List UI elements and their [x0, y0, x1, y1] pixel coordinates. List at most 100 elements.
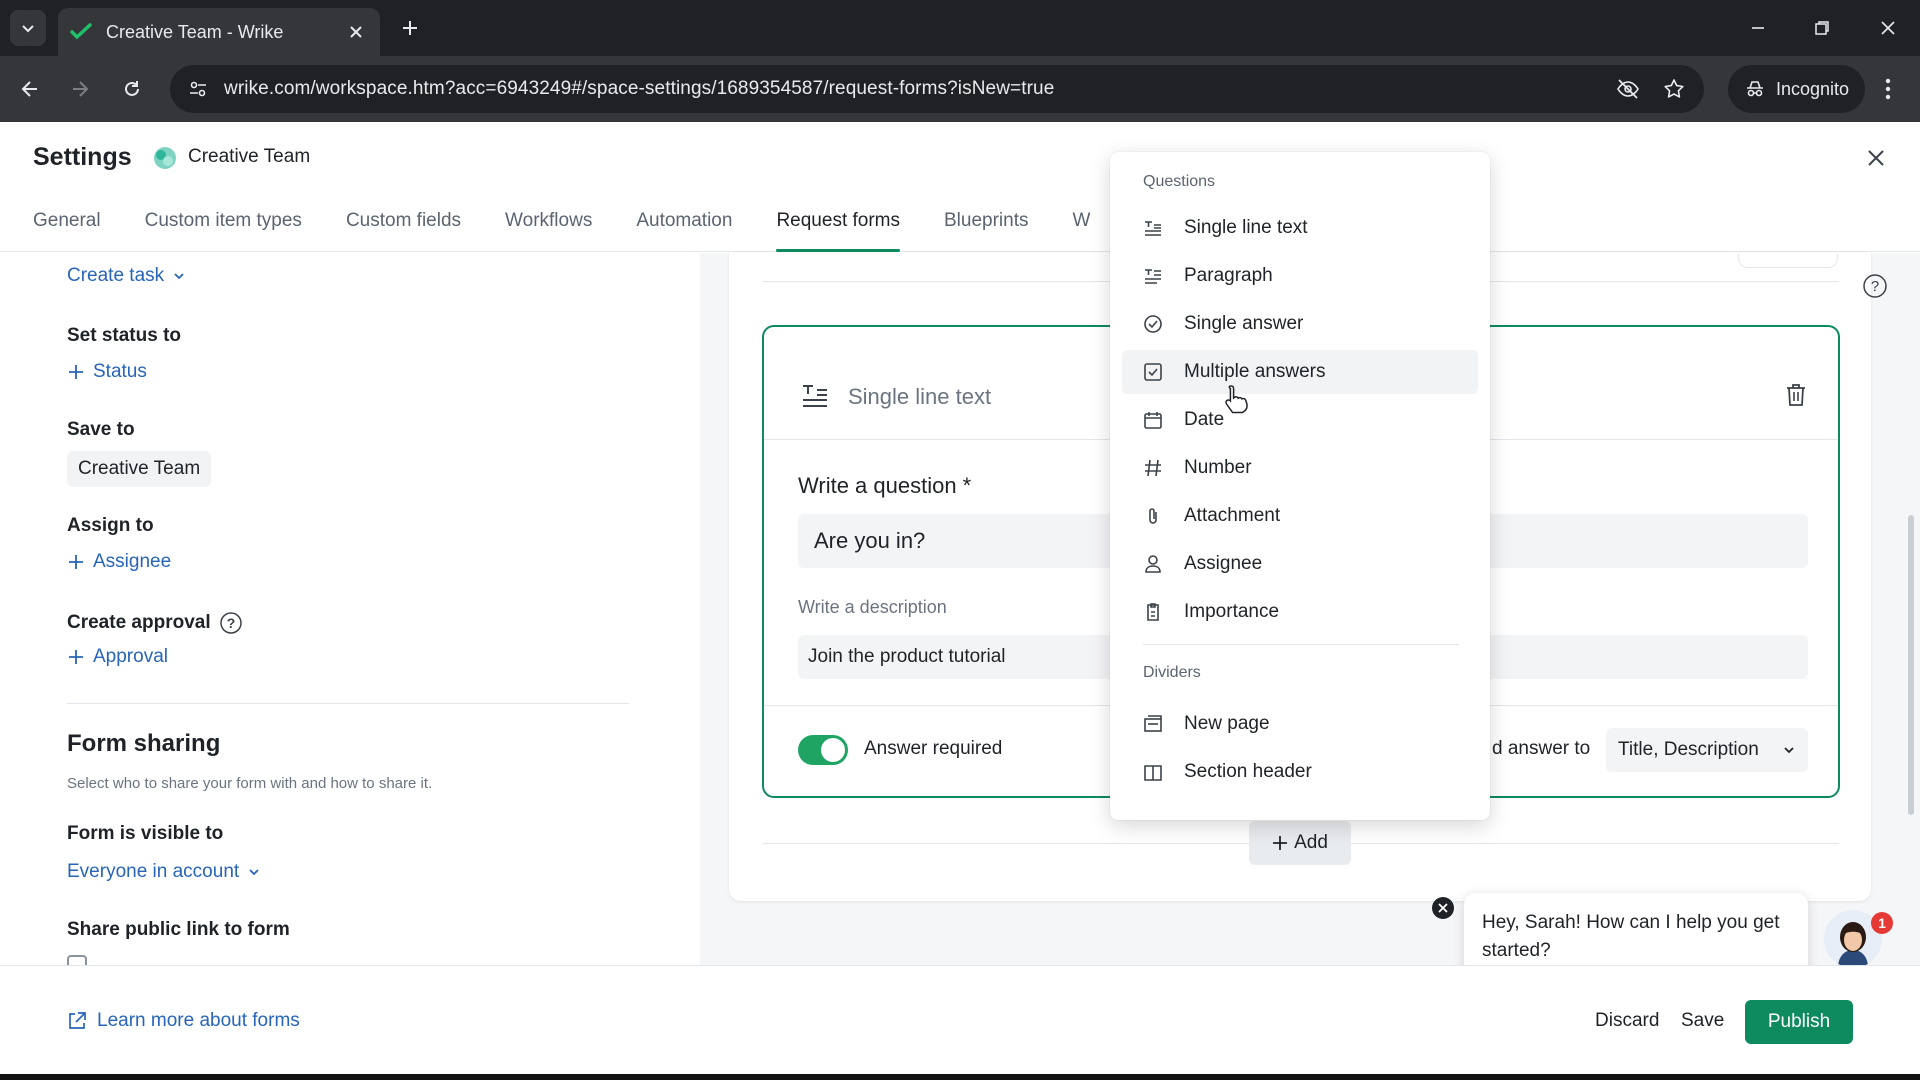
tab-automation[interactable]: Automation: [636, 204, 732, 252]
menu-item-label: Date: [1184, 409, 1225, 430]
add-button-label: Add: [1294, 832, 1328, 853]
single-line-text-icon: [803, 385, 827, 407]
url-text: wrike.com/workspace.htm?acc=6943249#/spa…: [224, 78, 1055, 99]
chevron-down-icon: [249, 869, 259, 876]
tab-request-forms[interactable]: Request forms: [776, 204, 900, 252]
menu-item-attachment[interactable]: Attachment: [1122, 494, 1478, 538]
menu-item-label: Paragraph: [1184, 265, 1273, 286]
browser-tab-active[interactable]: Creative Team - Wrike: [58, 8, 380, 56]
learn-more-link[interactable]: Learn more about forms: [67, 1010, 300, 1032]
create-task-dropdown[interactable]: Create task: [67, 265, 186, 287]
chat-close-icon[interactable]: [1432, 897, 1454, 919]
map-answer-select[interactable]: Title, Description: [1606, 728, 1808, 772]
menu-item-multiple-answers[interactable]: Multiple answers: [1122, 350, 1478, 394]
new-tab-icon[interactable]: [396, 14, 424, 42]
chevron-down-icon: [22, 25, 34, 33]
menu-item-label: Single line text: [1184, 217, 1308, 238]
trash-icon[interactable]: [1783, 382, 1809, 408]
save-button[interactable]: Save: [1681, 1010, 1724, 1032]
chevron-down-icon: [174, 273, 184, 280]
chevron-down-icon: [1784, 747, 1794, 754]
learn-more-label: Learn more about forms: [97, 1010, 300, 1031]
questions-section-title: Questions: [1143, 173, 1216, 190]
tab-blueprints[interactable]: Blueprints: [944, 204, 1029, 252]
window-close-icon[interactable]: [1870, 12, 1906, 44]
menu-item-label: Single answer: [1184, 313, 1304, 334]
tab-workflows[interactable]: Workflows: [505, 204, 592, 252]
menu-item-label: New page: [1184, 713, 1270, 734]
browser-menu-icon[interactable]: [1872, 73, 1904, 105]
menu-item-label: Section header: [1184, 761, 1312, 782]
tab-general[interactable]: General: [33, 204, 101, 252]
site-info-icon[interactable]: [182, 73, 214, 105]
previous-card-edge: [1738, 254, 1838, 268]
menu-item-new-page[interactable]: New page: [1122, 702, 1478, 746]
tab-search-button[interactable]: [10, 10, 46, 46]
settings-tabs: General Custom item types Custom fields …: [33, 204, 1134, 252]
forward-icon[interactable]: [64, 73, 96, 105]
create-approval-row: Create approval ?: [67, 611, 243, 635]
close-icon[interactable]: [1862, 144, 1890, 172]
menu-item-importance[interactable]: Importance: [1122, 590, 1478, 634]
create-task-label: Create task: [67, 265, 165, 286]
external-link-icon: [69, 1012, 86, 1029]
bookmark-star-icon[interactable]: [1656, 71, 1692, 107]
menu-item-paragraph[interactable]: Paragraph: [1122, 254, 1478, 298]
answer-required-toggle[interactable]: [798, 735, 848, 765]
hash-icon: [1142, 457, 1164, 479]
save-to-label: Save to: [67, 419, 135, 440]
public-link-label: Share public link to form: [67, 919, 290, 940]
public-link-checkbox[interactable]: [67, 955, 87, 965]
add-status-link[interactable]: Status: [67, 361, 147, 383]
help-icon[interactable]: ?: [219, 611, 243, 635]
calendar-icon: [1142, 409, 1164, 431]
hand-pointer-icon: [1225, 385, 1248, 414]
menu-item-label: Number: [1184, 457, 1252, 478]
form-sharing-title: Form sharing: [67, 730, 221, 757]
reload-icon[interactable]: [116, 73, 148, 105]
section-header-icon: [1142, 761, 1164, 783]
status-link-label: Status: [93, 361, 147, 382]
tab-custom-item-types[interactable]: Custom item types: [145, 204, 302, 252]
menu-item-date[interactable]: Date: [1122, 398, 1478, 442]
add-question-button[interactable]: Add: [1249, 821, 1351, 865]
form-sharing-subtitle: Select who to share your form with and h…: [67, 775, 433, 792]
settings-title: Settings: [33, 143, 132, 171]
section-divider: [67, 703, 629, 704]
assignee-link-label: Assignee: [93, 551, 172, 572]
menu-item-assignee[interactable]: Assignee: [1122, 542, 1478, 586]
eye-off-icon[interactable]: [1610, 71, 1646, 107]
discard-button[interactable]: Discard: [1595, 1010, 1659, 1032]
menu-item-single-answer[interactable]: Single answer: [1122, 302, 1478, 346]
browser-tab-bar: Creative Team - Wrike: [0, 0, 1920, 56]
new-page-icon: [1142, 713, 1164, 735]
address-bar[interactable]: wrike.com/workspace.htm?acc=6943249#/spa…: [170, 65, 1704, 113]
visible-to-dropdown[interactable]: Everyone in account: [67, 861, 261, 883]
back-icon[interactable]: [14, 73, 46, 105]
help-icon[interactable]: ?: [1862, 273, 1888, 299]
tab-truncated[interactable]: W: [1073, 204, 1091, 252]
tab-close-icon[interactable]: [344, 20, 368, 44]
publish-button[interactable]: Publish: [1745, 1000, 1853, 1044]
set-status-label: Set status to: [67, 325, 182, 346]
incognito-indicator[interactable]: Incognito: [1728, 65, 1866, 113]
menu-item-label: Multiple answers: [1184, 361, 1326, 382]
scrollbar[interactable]: [1908, 515, 1914, 815]
approval-link-label: Approval: [93, 646, 168, 667]
taskbar-edge: [0, 1074, 1920, 1080]
menu-item-number[interactable]: Number: [1122, 446, 1478, 490]
browser-toolbar: wrike.com/workspace.htm?acc=6943249#/spa…: [0, 56, 1920, 122]
menu-item-single-line-text[interactable]: Single line text: [1122, 206, 1478, 250]
menu-item-section-header[interactable]: Section header: [1122, 750, 1478, 794]
answer-required-label: Answer required: [864, 738, 1003, 759]
visible-to-label: Form is visible to: [67, 823, 224, 844]
add-approval-link[interactable]: Approval: [67, 646, 168, 668]
question-label: Write a question *: [798, 473, 972, 498]
importance-icon: [1142, 601, 1164, 623]
minimize-icon[interactable]: [1740, 12, 1776, 44]
restore-icon[interactable]: [1804, 12, 1840, 44]
tab-custom-fields[interactable]: Custom fields: [346, 204, 461, 252]
add-assignee-link[interactable]: Assignee: [67, 551, 171, 573]
incognito-icon: [1747, 81, 1763, 97]
save-to-chip[interactable]: Creative Team: [67, 451, 212, 487]
